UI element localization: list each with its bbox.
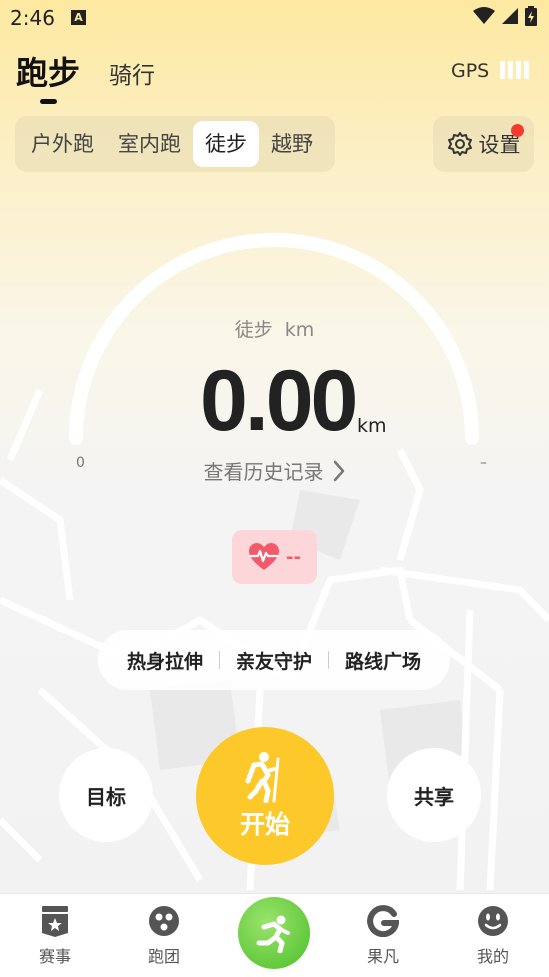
- wifi-icon: [473, 7, 495, 24]
- share-button[interactable]: 共享: [387, 748, 481, 842]
- battery-icon: [525, 6, 537, 26]
- notification-icon: A: [71, 10, 86, 25]
- nav-item-events[interactable]: 赛事: [15, 905, 95, 967]
- settings-notification-dot: [511, 124, 524, 137]
- tab-trail[interactable]: 越野: [259, 121, 325, 167]
- distance-unit: km: [357, 415, 387, 437]
- active-tab-indicator: [40, 99, 57, 104]
- nav-label-me: 我的: [476, 947, 509, 966]
- tab-running[interactable]: 跑步: [16, 48, 80, 94]
- tab-indoor-run[interactable]: 室内跑: [106, 121, 193, 167]
- gear-icon: [447, 132, 472, 156]
- status-time: 2:46: [10, 6, 55, 30]
- guofan-icon: [367, 905, 399, 937]
- route-plaza-link[interactable]: 路线广场: [329, 647, 437, 674]
- nav-item-club[interactable]: 跑团: [124, 905, 204, 967]
- tab-outdoor-run[interactable]: 户外跑: [19, 121, 106, 167]
- family-guard-link[interactable]: 亲友守护: [220, 647, 328, 674]
- nav-label-guofan: 果凡: [366, 947, 399, 966]
- heart-rate-badge[interactable]: --: [232, 530, 317, 584]
- history-link[interactable]: 查看历史记录: [0, 456, 549, 485]
- tab-hiking[interactable]: 徒步: [193, 121, 259, 167]
- running-man-icon: [256, 915, 290, 953]
- start-label: 开始: [239, 810, 290, 839]
- goal-button[interactable]: 目标: [59, 748, 153, 842]
- group-icon: [149, 906, 179, 936]
- nav-item-guofan[interactable]: 果凡: [343, 905, 423, 967]
- sport-mode-tabs: 户外跑 室内跑 徒步 越野: [15, 116, 335, 172]
- history-link-label: 查看历史记录: [203, 460, 324, 484]
- event-badge-icon: [42, 906, 68, 937]
- nav-item-me[interactable]: 我的: [453, 905, 533, 967]
- quick-links-bar: 热身拉伸 亲友守护 路线广场: [98, 630, 450, 690]
- start-button[interactable]: 开始: [196, 727, 334, 865]
- gps-label: GPS: [451, 60, 490, 82]
- status-icons: [473, 6, 537, 26]
- gauge-mode-label: 徒步 km: [0, 315, 549, 342]
- heart-pulse-icon: [249, 543, 280, 570]
- heart-rate-value: --: [286, 546, 301, 568]
- warmup-stretch-link[interactable]: 热身拉伸: [111, 647, 219, 674]
- mode-unit-label: km: [284, 319, 315, 341]
- nav-label-events: 赛事: [38, 947, 71, 966]
- gps-signal-icon: [500, 61, 529, 79]
- nav-item-sport[interactable]: [238, 897, 310, 969]
- smiley-icon: [478, 906, 508, 936]
- cell-signal-icon: [502, 8, 518, 24]
- distance-value: 0.00: [200, 353, 358, 449]
- chevron-right-icon: [333, 460, 344, 481]
- tab-cycling[interactable]: 骑行: [109, 56, 155, 90]
- mode-label: 徒步: [234, 319, 273, 341]
- nav-label-club: 跑团: [147, 947, 180, 966]
- hiker-icon: [245, 752, 280, 803]
